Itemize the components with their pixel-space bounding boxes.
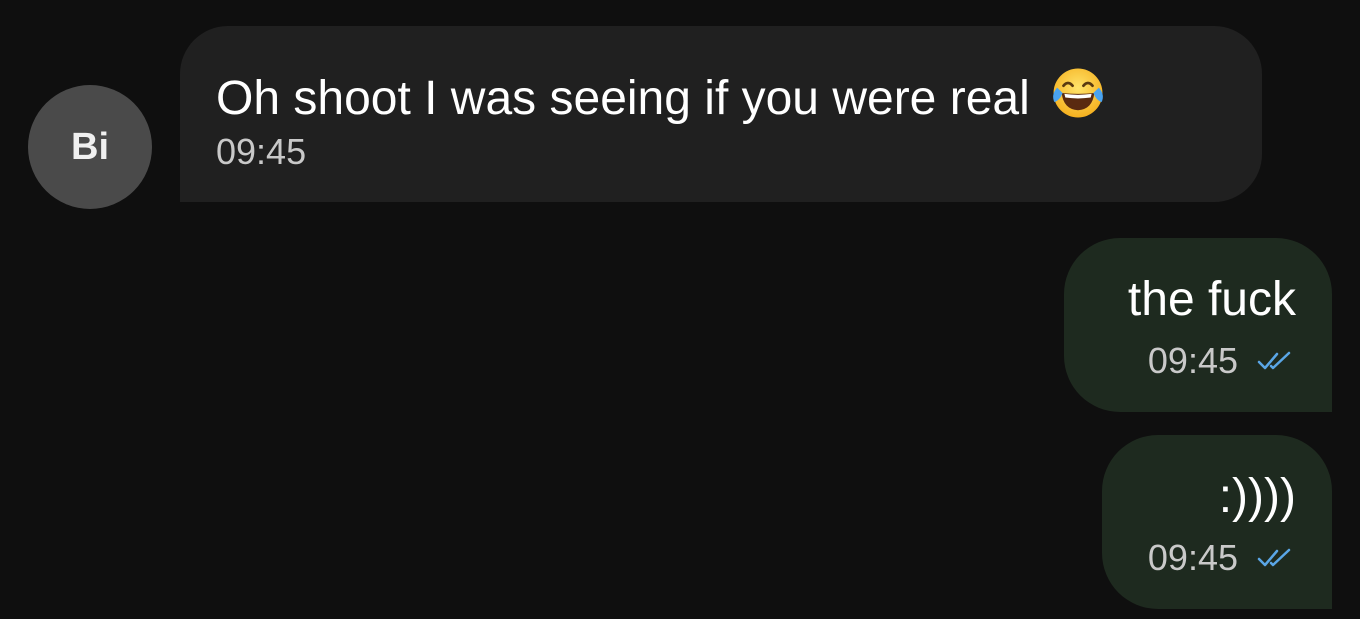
message-meta: 09:45 [1148,343,1296,379]
read-double-check-icon [1257,351,1291,370]
message-time: 09:45 [216,131,307,172]
message-bubble-outgoing[interactable]: :)))) 09:45 [1102,435,1332,609]
message-text: Oh shoot I was seeing if you were real [216,72,1030,125]
message-time: 09:45 [1147,537,1238,578]
message-text-row: Oh shoot I was seeing if you were real [216,64,1107,123]
face-with-tears-of-joy-icon [1053,68,1103,118]
message-text: :)))) [1218,470,1296,523]
message-bubble-incoming[interactable]: Oh shoot I was seeing if you were real 0… [180,26,1262,202]
avatar-initials: Bi [71,125,109,168]
message-text: the fuck [1127,273,1296,326]
message-meta: 09:45 [1148,540,1296,576]
avatar[interactable]: Bi [28,85,152,209]
read-double-check-icon [1257,548,1291,567]
message-time: 09:45 [1147,340,1238,381]
message-bubble-outgoing[interactable]: the fuck 09:45 [1064,238,1332,412]
message-meta: 09:45 [216,134,306,170]
